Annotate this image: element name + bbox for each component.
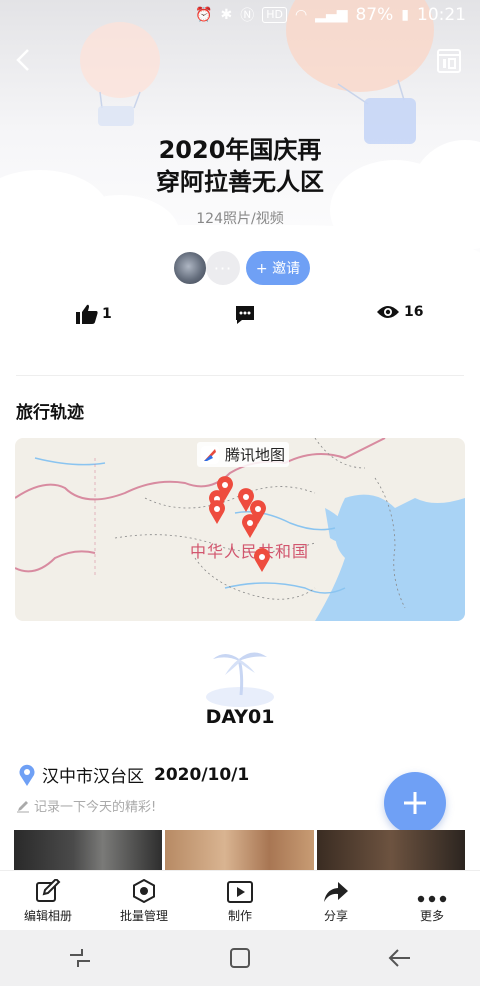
location-icon	[19, 764, 35, 786]
signal-icon: ▂▄▆	[315, 7, 348, 23]
system-nav-bar	[0, 930, 480, 986]
photo-strip	[14, 830, 465, 872]
travel-map[interactable]: 腾讯地图 中华人民共和国	[15, 438, 465, 621]
recent-apps-icon[interactable]	[68, 947, 92, 969]
battery-icon: ▮	[401, 7, 409, 23]
more-label: 更多	[419, 909, 444, 923]
play-icon	[227, 881, 253, 903]
map-brand: 腾讯地图	[197, 442, 290, 467]
views-indicator: 16	[376, 304, 423, 320]
calendar-icon[interactable]	[436, 46, 462, 74]
more-button[interactable]: 更多	[384, 871, 480, 930]
map-brand-label: 腾讯地图	[225, 446, 286, 464]
make-label: 制作	[227, 909, 252, 923]
wifi-icon: ◠	[294, 7, 308, 23]
divider	[16, 375, 464, 376]
edit-album-button[interactable]: 编辑相册	[0, 871, 96, 930]
balloon-left-decoration	[80, 22, 160, 126]
members-row: ··· + 邀请	[172, 250, 310, 286]
edit-album-label: 编辑相册	[23, 909, 72, 923]
back-nav-icon[interactable]	[388, 948, 412, 968]
track-section-title: 旅行轨迹	[16, 403, 84, 423]
album-title: 2020年国庆再 穿阿拉善无人区	[0, 134, 480, 198]
avatar[interactable]	[172, 250, 208, 286]
location-pin-icon[interactable]	[208, 500, 226, 524]
album-title-line2: 穿阿拉善无人区	[156, 168, 324, 196]
share-icon	[324, 882, 348, 902]
photo-thumbnail[interactable]	[165, 830, 314, 872]
batch-manage-button[interactable]: 批量管理	[96, 871, 192, 930]
status-bar: ⏰ ✱ Ⓝ HD ◠ ▂▄▆ 87% ▮ 10:21	[0, 0, 480, 30]
album-screen: ⏰ ✱ Ⓝ HD ◠ ▂▄▆ 87% ▮ 10:21 2020年国庆再 穿阿拉善…	[0, 0, 480, 986]
palm-tree-icon	[206, 652, 274, 707]
clock: 10:21	[417, 5, 466, 25]
location-pin-icon[interactable]	[253, 548, 271, 572]
more-members-button[interactable]: ···	[206, 251, 240, 285]
thumbs-up-icon	[76, 304, 98, 324]
tencent-map-logo-icon	[201, 445, 219, 464]
photo-thumbnail[interactable]	[316, 830, 465, 872]
invite-button[interactable]: + 邀请	[246, 251, 310, 285]
add-fab-button[interactable]	[384, 772, 446, 834]
comment-button[interactable]	[234, 304, 256, 326]
stats-row: 1 16	[0, 304, 480, 336]
nfc-icon: Ⓝ	[240, 8, 255, 24]
share-button[interactable]: 分享	[288, 871, 384, 930]
batch-icon	[133, 879, 155, 903]
share-label: 分享	[323, 909, 348, 923]
back-button[interactable]	[8, 44, 40, 76]
eye-icon	[377, 306, 399, 318]
day-note-placeholder: 记录一下今天的精彩!	[34, 800, 157, 815]
day-date: 2020/10/1	[154, 764, 250, 785]
more-icon	[417, 895, 447, 903]
day-location: 汉中市汉台区	[42, 767, 144, 787]
bluetooth-icon: ✱	[220, 7, 233, 23]
home-icon[interactable]	[229, 947, 251, 969]
map-country-label: 中华人民共和国	[190, 542, 310, 561]
battery-level: 87%	[355, 5, 394, 25]
like-count: 1	[102, 306, 112, 322]
batch-manage-label: 批量管理	[119, 909, 168, 923]
album-title-line1: 2020年国庆再	[158, 136, 322, 164]
bottom-toolbar: 编辑相册 批量管理 制作 分享 更多	[0, 870, 480, 930]
location-pin-icon[interactable]	[241, 514, 259, 538]
make-button[interactable]: 制作	[192, 871, 288, 930]
day-label: DAY01	[205, 706, 275, 728]
photo-thumbnail[interactable]	[14, 830, 163, 872]
alarm-icon: ⏰	[195, 7, 213, 23]
pencil-icon	[17, 800, 29, 812]
hd-badge: HD	[262, 7, 287, 23]
edit-icon	[36, 879, 61, 902]
media-count: 124照片/视频	[196, 211, 284, 227]
day-note-input[interactable]: 记录一下今天的精彩!	[16, 796, 156, 815]
day-location-row[interactable]: 汉中市汉台区 2020/10/1	[18, 762, 249, 787]
plus-icon	[404, 792, 426, 814]
view-count: 16	[404, 304, 424, 320]
like-button[interactable]: 1	[76, 304, 112, 324]
comment-icon	[236, 306, 254, 324]
